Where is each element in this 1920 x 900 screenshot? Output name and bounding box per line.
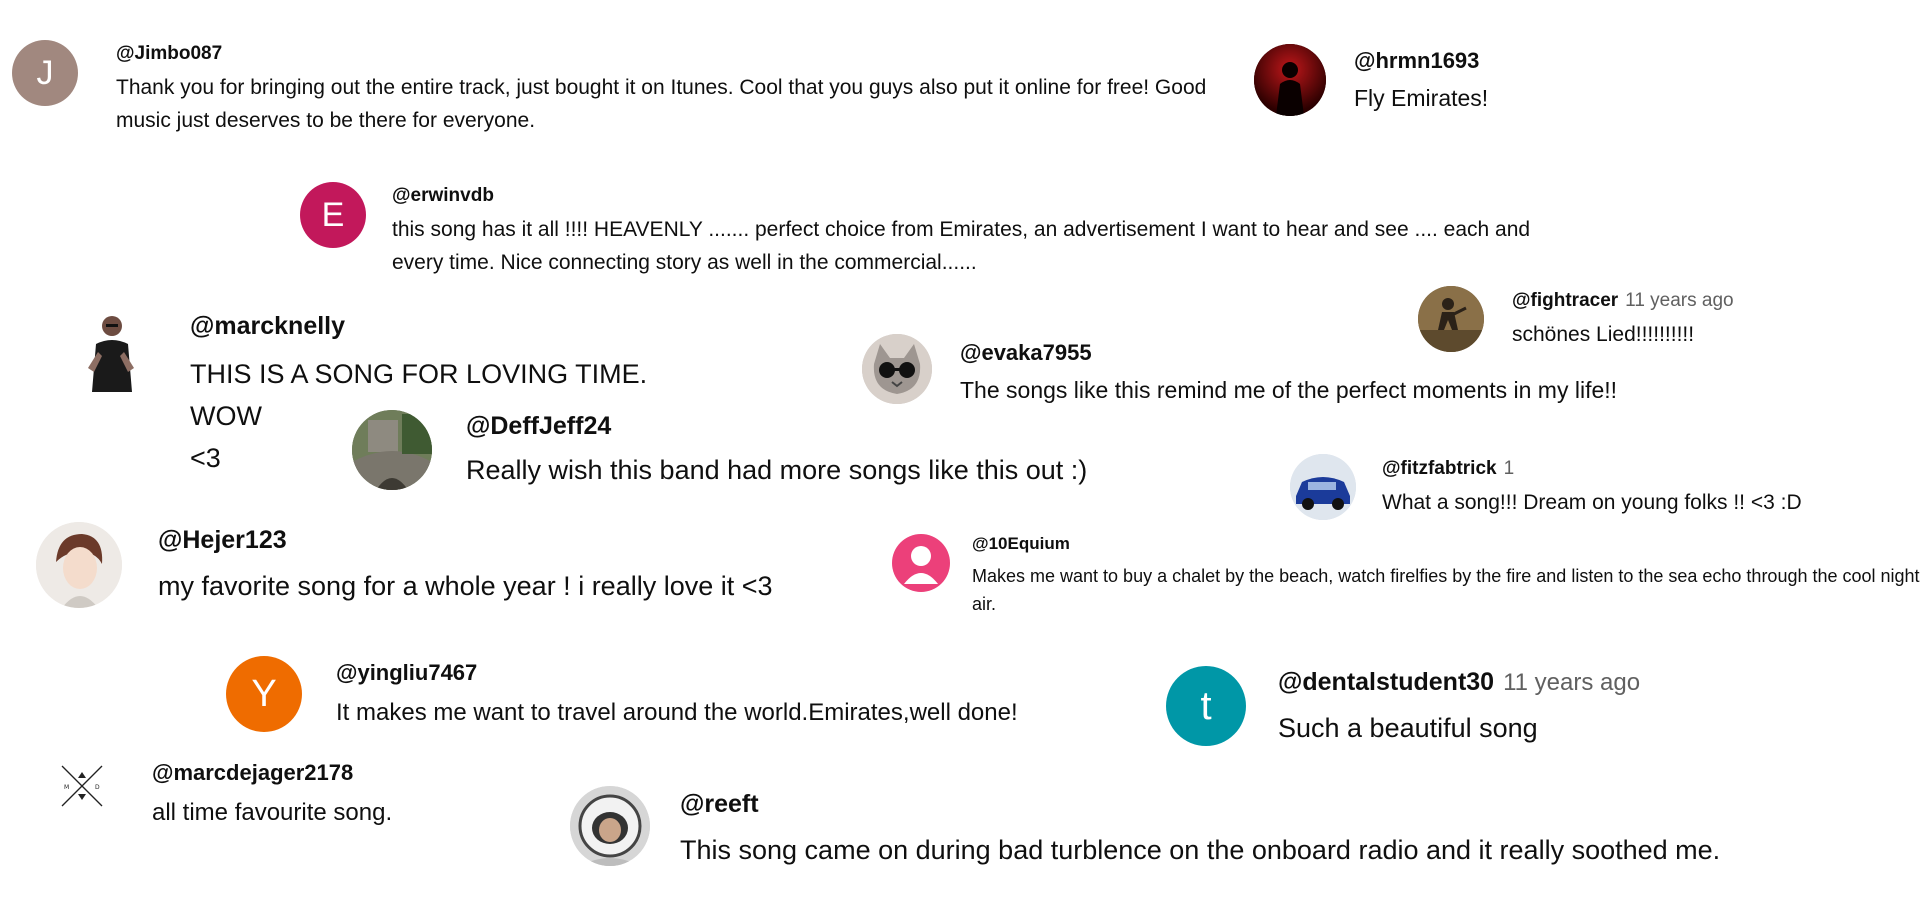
comment: @DeffJeff24 Really wish this band had mo… [352,410,1087,490]
avatar-letter: t [1200,683,1212,728]
comment: J @Jimbo087 Thank you for bringing out t… [12,40,1222,137]
comment-author[interactable]: @marcknelly [190,312,345,341]
comment-text: schönes Lied!!!!!!!!!! [1512,323,1695,346]
comment-text: Such a beautiful song [1278,713,1538,743]
default-user-icon [904,546,938,584]
comment-author[interactable]: @fightracer [1512,290,1618,312]
astronaut-photo-icon [570,786,650,866]
comment-author[interactable]: @yingliu7467 [336,660,477,686]
person-photo-icon [78,308,144,392]
comment: M D @marcdejager2178 all time favourite … [58,760,393,831]
comment-text: The songs like this remind me of the per… [960,377,1618,403]
comment-text: Fly Emirates! [1354,85,1489,111]
comment-text: It makes me want to travel around the wo… [336,699,1018,726]
comment-author[interactable]: @dentalstudent30 [1278,668,1494,697]
comment-author[interactable]: @reeft [680,790,759,819]
comment-author[interactable]: @hrmn1693 [1354,48,1479,74]
comment-author[interactable]: @marcdejager2178 [152,760,353,786]
blue-car-photo-icon [1290,454,1356,520]
comment-timestamp[interactable]: 1 [1504,458,1515,480]
comment: Y @yingliu7467 It makes me want to trave… [226,656,1018,732]
avatar[interactable] [1290,454,1356,520]
comment-text: This song came on during bad turblence o… [680,835,1721,865]
comment-text: my favorite song for a whole year ! i re… [158,571,773,601]
comment-text-line: THIS IS A SONG FOR LOVING TIME. [190,359,648,389]
crossed-lines-logo-icon: M D [61,765,103,807]
comment-text: Makes me want to buy a chalet by the bea… [972,566,1920,614]
comment-text: this song has it all !!!! HEAVENLY .....… [392,218,1531,274]
comment-text: Really wish this band had more songs lik… [466,455,1088,485]
avatar[interactable] [1418,286,1484,352]
avatar[interactable] [78,308,144,392]
comment: @hrmn1693 Fly Emirates! [1254,44,1488,116]
avatar[interactable] [862,334,932,404]
avatar[interactable]: E [300,182,366,248]
comment-author[interactable]: @Jimbo087 [116,43,222,65]
silhouette-red-icon [1254,44,1326,116]
comment: E @erwinvdb this song has it all !!!! HE… [300,182,1560,279]
comment-author[interactable]: @evaka7955 [960,340,1092,366]
runner-photo-icon [1418,286,1484,352]
comment-author[interactable]: @Hejer123 [158,526,287,555]
avatar-letter: J [36,53,54,92]
comment-author[interactable]: @DeffJeff24 [466,412,611,441]
comment-author[interactable]: @10Equium [972,534,1070,554]
logo-letter: M [64,784,69,791]
avatar[interactable] [892,534,950,592]
anime-portrait-icon [36,522,122,608]
comment-timestamp[interactable]: 11 years ago [1625,290,1733,312]
comment-text: Thank you for bringing out the entire tr… [116,76,1207,132]
comment-timestamp[interactable]: 11 years ago [1503,669,1640,697]
comment-text: all time favourite song. [152,799,393,826]
avatar[interactable] [36,522,122,608]
comment: @Hejer123 my favorite song for a whole y… [36,522,773,608]
logo-letter: D [95,784,100,791]
comment-author[interactable]: @erwinvdb [392,185,494,207]
avatar[interactable]: M D [58,762,106,810]
comment: t @dentalstudent30 11 years ago Such a b… [1166,666,1640,748]
avatar-letter: E [321,195,345,234]
avatar[interactable]: J [12,40,78,106]
comment: @fightracer 11 years ago schönes Lied!!!… [1418,286,1734,352]
comment: @fitzfabtrick 1 What a song!!! Dream on … [1290,454,1802,520]
avatar[interactable]: t [1166,666,1246,746]
comment: @reeft This song came on during bad turb… [570,786,1720,870]
comment: @10Equium Makes me want to buy a chalet … [892,534,1920,618]
avatar[interactable] [1254,44,1326,116]
comment-text: What a song!!! Dream on young folks !! <… [1382,491,1802,514]
cat-sunglasses-icon [862,334,932,404]
avatar[interactable]: Y [226,656,302,732]
avatar[interactable] [570,786,650,866]
avatar[interactable] [352,410,432,490]
stone-bridge-photo-icon [352,410,432,490]
comment-author[interactable]: @fitzfabtrick [1382,458,1497,480]
avatar-letter: Y [251,672,277,715]
